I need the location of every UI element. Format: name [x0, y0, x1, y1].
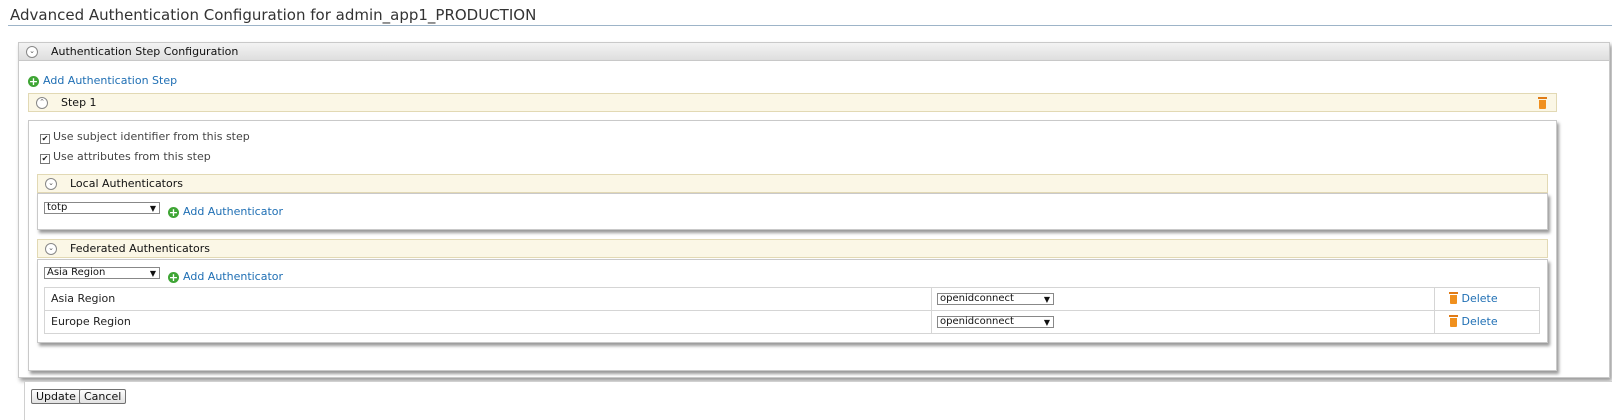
use-attributes-option[interactable]: ✔ Use attributes from this step	[40, 150, 211, 164]
button-bar	[24, 381, 1612, 420]
auth-step-config-title: Authentication Step Configuration	[51, 45, 239, 58]
dropdown-arrow-icon: ▼	[1043, 295, 1050, 304]
use-subject-identifier-checkbox[interactable]: ✔	[40, 134, 50, 144]
add-circle-icon: +	[168, 271, 179, 284]
trash-icon[interactable]	[1538, 97, 1547, 109]
idp-authenticator-cell: openidconnect ▼	[931, 310, 1435, 334]
federated-authenticators-header[interactable]: ⌄ Federated Authenticators	[37, 239, 1548, 258]
add-authentication-step-link[interactable]: + Add Authentication Step	[28, 74, 177, 87]
add-local-authenticator-link[interactable]: + Add Authenticator	[168, 205, 283, 218]
local-authenticators-header[interactable]: ⌄ Local Authenticators	[37, 174, 1548, 193]
table-row: Asia Region openidconnect ▼ Delete	[44, 287, 1540, 311]
local-authenticators-title: Local Authenticators	[70, 177, 183, 190]
add-federated-authenticator-link[interactable]: + Add Authenticator	[168, 270, 283, 283]
idp-name-cell: Asia Region	[44, 287, 932, 311]
idp-authenticator-cell: openidconnect ▼	[931, 287, 1435, 311]
add-circle-icon: +	[28, 75, 39, 88]
update-button[interactable]: Update	[31, 389, 81, 404]
idp-actions-cell: Delete	[1434, 287, 1540, 311]
step-title: Step 1	[61, 96, 97, 109]
cancel-button[interactable]: Cancel	[79, 389, 127, 404]
collapse-toggle-icon[interactable]: ⌄	[45, 242, 57, 255]
delete-idp-link[interactable]: Delete	[1449, 315, 1498, 328]
federated-authenticators-table: Asia Region openidconnect ▼ Delete Europe…	[44, 287, 1540, 334]
use-attributes-checkbox[interactable]: ✔	[40, 154, 50, 164]
step-header[interactable]: ⌃ Step 1	[28, 93, 1557, 112]
auth-step-config-header[interactable]: ⌄ Authentication Step Configuration	[19, 43, 1609, 61]
delete-idp-link[interactable]: Delete	[1449, 292, 1498, 305]
table-row: Europe Region openidconnect ▼ Delete	[44, 310, 1540, 334]
dropdown-arrow-icon: ▼	[1043, 318, 1050, 327]
federated-authenticators-title: Federated Authenticators	[70, 242, 211, 255]
idp-authenticator-select[interactable]: openidconnect ▼	[937, 316, 1054, 328]
collapse-toggle-icon[interactable]: ⌄	[45, 177, 57, 190]
dropdown-arrow-icon: ▼	[149, 204, 156, 213]
idp-actions-cell: Delete	[1434, 310, 1540, 334]
trash-icon	[1449, 315, 1458, 327]
local-authenticator-select[interactable]: totp ▼	[44, 202, 160, 214]
federated-authenticator-select[interactable]: Asia Region ▼	[44, 267, 160, 279]
page-title: Advanced Authentication Configuration fo…	[10, 6, 537, 24]
trash-icon	[1449, 292, 1458, 304]
use-subject-identifier-option[interactable]: ✔ Use subject identifier from this step	[40, 130, 250, 144]
add-circle-icon: +	[168, 206, 179, 219]
idp-authenticator-select[interactable]: openidconnect ▼	[937, 293, 1054, 305]
expand-toggle-icon[interactable]: ⌃	[36, 96, 48, 109]
dropdown-arrow-icon: ▼	[149, 269, 156, 278]
title-divider	[8, 25, 1612, 26]
collapse-toggle-icon[interactable]: ⌄	[26, 45, 38, 58]
idp-name-cell: Europe Region	[44, 310, 932, 334]
